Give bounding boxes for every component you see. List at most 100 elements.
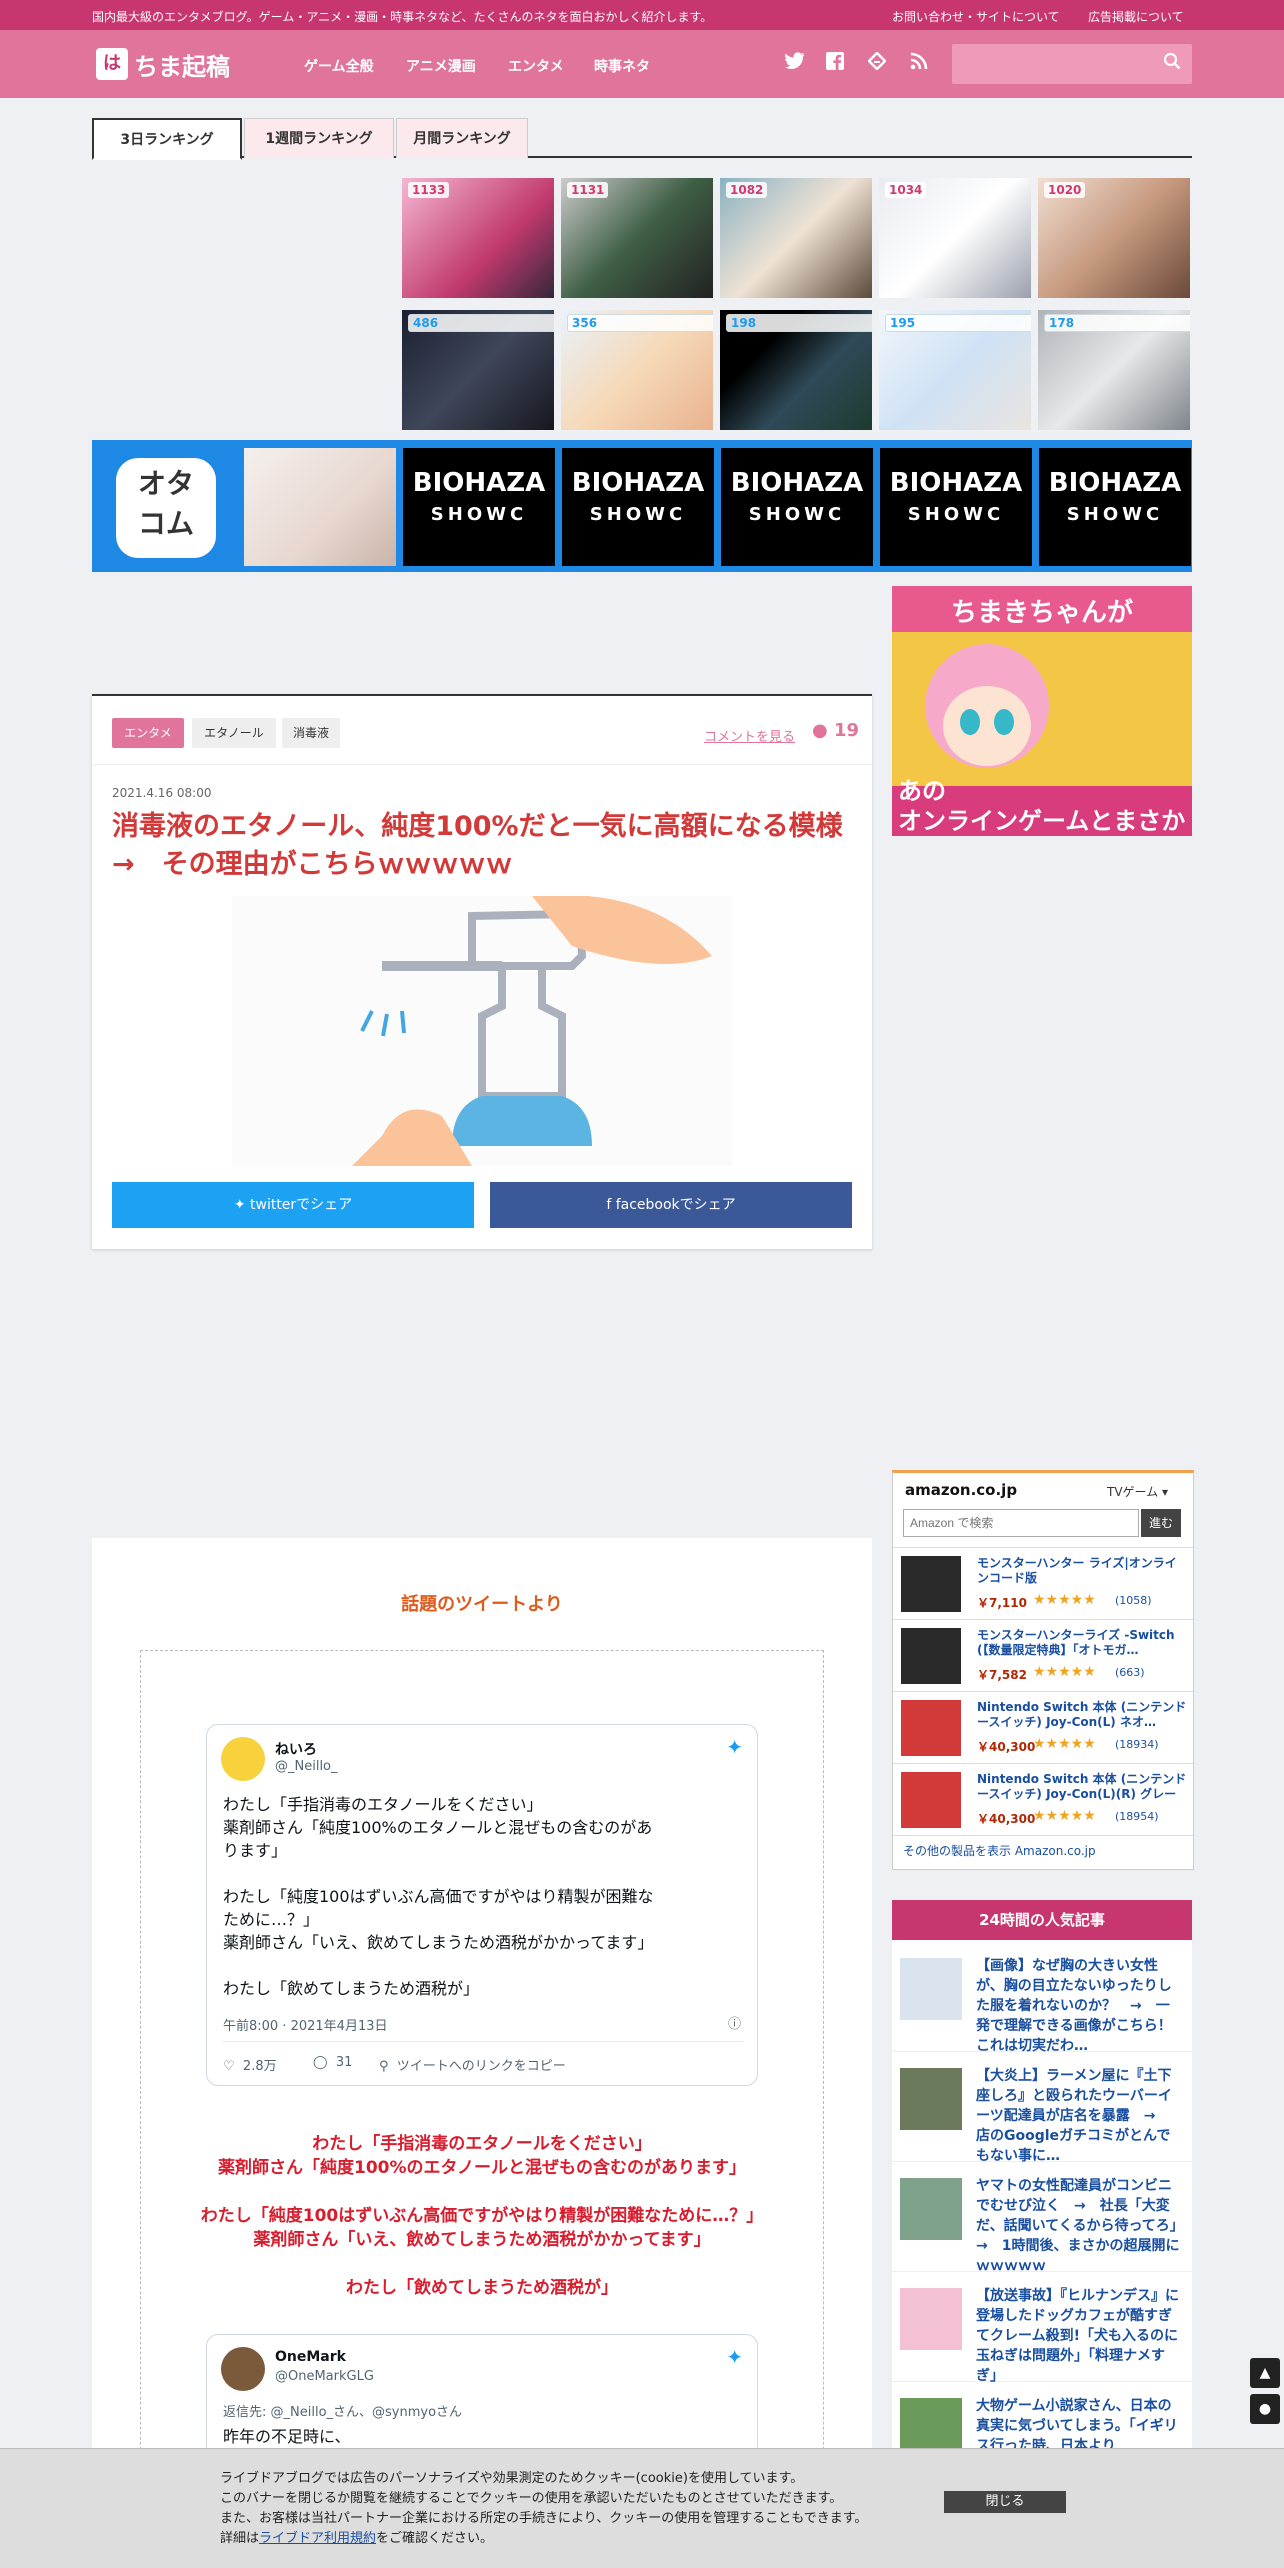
tweet-author-handle[interactable]: @_Neillo_: [275, 1759, 338, 1774]
search-box[interactable]: [952, 44, 1192, 84]
category-select[interactable]: TVゲーム ▾: [1107, 1483, 1168, 1500]
product-name[interactable]: モンスターハンターライズ -Switch (【数量限定特典】「オトモガ…: [977, 1628, 1187, 1658]
ads-link[interactable]: 広告掲載について: [1088, 8, 1184, 25]
product-name[interactable]: Nintendo Switch 本体 (ニンテンドースイッチ) Joy-Con(…: [977, 1700, 1187, 1730]
tweet-section: 話題のツイートより ねいろ @_Neillo_ ✦ わたし「手指消毒のエタノール…: [92, 1538, 872, 2568]
article-thumbnail[interactable]: [900, 2288, 962, 2350]
nav-anime[interactable]: アニメ漫画: [406, 56, 476, 76]
feedly-icon[interactable]: [864, 51, 890, 78]
article-link[interactable]: 大物ゲーム小説家さん、日本の真実に気づいてしまう。「イギリス行った時、日本より: [976, 2396, 1182, 2456]
product-name[interactable]: Nintendo Switch 本体 (ニンテンドースイッチ) Joy-Con(…: [977, 1772, 1187, 1802]
rating-stars: ★★★★★: [1033, 1592, 1096, 1608]
ranking-thumb[interactable]: 1034: [879, 178, 1031, 298]
nav-game[interactable]: ゲーム全般: [304, 56, 374, 76]
review-count[interactable]: (663): [1115, 1666, 1145, 1679]
comment-button[interactable]: ●: [1250, 2394, 1280, 2424]
scroll-top-button[interactable]: ▲: [1250, 2358, 1280, 2388]
ranking-thumb[interactable]: 195: [879, 310, 1031, 430]
copy-link-button[interactable]: ⚲ ツイートへのリンクをコピー: [379, 2055, 566, 2074]
amazon-item[interactable]: Nintendo Switch 本体 (ニンテンドースイッチ) Joy-Con(…: [893, 1691, 1193, 1763]
side-ad-banner[interactable]: ちまきちゃんが あの オンラインゲームとまさか: [892, 586, 1192, 836]
share-facebook-button[interactable]: f facebookでシェア: [490, 1182, 852, 1228]
article-thumbnail[interactable]: [900, 1958, 962, 2020]
twitter-icon[interactable]: [782, 52, 808, 78]
tag-chip[interactable]: 消毒液: [282, 718, 340, 748]
reply-to[interactable]: 返信先: @_Neillo_さん、@synmyoさん: [223, 2401, 462, 2420]
cookie-close-button[interactable]: 閉じる: [944, 2491, 1066, 2513]
tweet-line: わたし「手指消毒のエタノールをください」: [223, 1795, 543, 1814]
comment-count[interactable]: ● 19: [812, 720, 859, 741]
tag-chip-category[interactable]: エンタメ: [112, 718, 184, 748]
amazon-item[interactable]: Nintendo Switch 本体 (ニンテンドースイッチ) Joy-Con(…: [893, 1763, 1193, 1835]
review-count[interactable]: (18934): [1115, 1738, 1159, 1751]
popular-item[interactable]: 【放送事故】『ヒルナンデス』に登場したドッグカフェが酷すぎてクレーム殺到!「犬も…: [892, 2278, 1192, 2384]
twitter-bird-icon[interactable]: ✦: [726, 2345, 743, 2369]
tag-chip[interactable]: エタノール: [192, 718, 276, 748]
nav-entame[interactable]: エンタメ: [508, 56, 564, 76]
ranking-thumb[interactable]: 356: [561, 310, 713, 430]
banner-thumb[interactable]: BIOHAZA SHOWC: [1039, 448, 1191, 566]
amazon-go-button[interactable]: 進む: [1141, 1509, 1181, 1537]
like-button[interactable]: ♡ 2.8万: [223, 2055, 277, 2074]
article-link[interactable]: 【画像】なぜ胸の大きい女性が、胸の目立たないゆったりした服を着れないのか？ → …: [976, 1956, 1182, 2056]
avatar[interactable]: [221, 2347, 265, 2391]
tweet-timestamp[interactable]: 午前8:00 · 2021年4月13日: [223, 2015, 388, 2034]
banner-thumb-sub: SHOWC: [430, 504, 528, 525]
popular-item[interactable]: ヤマトの女性配達員がコンビニでむせび泣く → 社長「大変だ、話聞いてくるから待っ…: [892, 2168, 1192, 2274]
embedded-tweet[interactable]: ねいろ @_Neillo_ ✦ わたし「手指消毒のエタノールをください」 薬剤師…: [206, 1724, 758, 2086]
info-icon[interactable]: ⓘ: [728, 2013, 741, 2032]
amazon-logo[interactable]: amazon.co.jp: [905, 1481, 1017, 1499]
ranking-thumb[interactable]: 486: [402, 310, 554, 430]
facebook-icon: f: [606, 1197, 616, 1213]
review-count[interactable]: (18954): [1115, 1810, 1159, 1823]
popular-item[interactable]: 【大炎上】ラーメン屋に『土下座しろ』と殴られたウーバーイーツ配達員が店名を暴露 …: [892, 2058, 1192, 2164]
rss-icon[interactable]: [906, 52, 932, 78]
tab-month[interactable]: 月間ランキング: [396, 118, 528, 158]
site-logo[interactable]: は ちま起稿: [96, 46, 230, 82]
tweet-author-handle[interactable]: @OneMarkGLG: [275, 2369, 374, 2384]
contact-link[interactable]: お問い合わせ・サイトについて: [892, 8, 1060, 25]
popular-item[interactable]: 【画像】なぜ胸の大きい女性が、胸の目立たないゆったりした服を着れないのか？ → …: [892, 1948, 1192, 2054]
review-count[interactable]: (1058): [1115, 1594, 1152, 1607]
article-link[interactable]: 【放送事故】『ヒルナンデス』に登場したドッグカフェが酷すぎてクレーム殺到!「犬も…: [976, 2286, 1182, 2386]
banner-thumb[interactable]: BIOHAZA SHOWC: [403, 448, 555, 566]
banner-thumb[interactable]: BIOHAZA SHOWC: [880, 448, 1032, 566]
comment-link[interactable]: コメントを見る: [704, 726, 795, 745]
amazon-more-link[interactable]: その他の製品を表示 Amazon.co.jp: [893, 1835, 1193, 1865]
article-link[interactable]: 【大炎上】ラーメン屋に『土下座しろ』と殴られたウーバーイーツ配達員が店名を暴露 …: [976, 2066, 1182, 2166]
tweet-author-name[interactable]: ねいろ: [275, 1739, 317, 1759]
share-twitter-button[interactable]: ✦ twitterでシェア: [112, 1182, 474, 1228]
avatar[interactable]: [221, 1737, 265, 1781]
otacom-banner[interactable]: オタコム BIOHAZA SHOWC BIOHAZA SHOWC BIOHAZA SH…: [92, 440, 1192, 572]
ranking-thumb[interactable]: 1020: [1038, 178, 1190, 298]
article-thumbnail[interactable]: [900, 2178, 962, 2240]
ranking-tabs: 3日ランキング 1週間ランキング 月間ランキング: [92, 118, 1192, 160]
amazon-search-input[interactable]: [903, 1509, 1139, 1537]
amazon-item[interactable]: モンスターハンターライズ -Switch (【数量限定特典】「オトモガ… ￥7,5…: [893, 1619, 1193, 1691]
ranking-thumb[interactable]: 1131: [561, 178, 713, 298]
twitter-bird-icon[interactable]: ✦: [726, 1735, 743, 1759]
search-icon[interactable]: [1160, 52, 1184, 76]
quote-line: 薬剤師さん「純度100%のエタノールと混ぜもの含むのがあります」: [217, 2158, 746, 2178]
tab-week[interactable]: 1週間ランキング: [244, 118, 394, 158]
rating-stars: ★★★★★: [1033, 1664, 1096, 1680]
amazon-item[interactable]: モンスターハンター ライズ|オンラインコード版 ￥7,110 ★★★★★ (1058): [893, 1547, 1193, 1619]
banner-thumb[interactable]: BIOHAZA SHOWC: [721, 448, 873, 566]
terms-link[interactable]: ライブドア利用規約: [259, 2531, 376, 2546]
ranking-thumb[interactable]: 198: [720, 310, 872, 430]
ranking-thumb[interactable]: 1133: [402, 178, 554, 298]
tweet-author-name[interactable]: OneMark: [275, 2349, 346, 2365]
ranking-thumb[interactable]: 178: [1038, 310, 1190, 430]
article-thumbnail[interactable]: [900, 2068, 962, 2130]
reply-button[interactable]: ◯ 31: [313, 2055, 352, 2070]
nav-news[interactable]: 時事ネタ: [594, 56, 650, 76]
banner-thumb-title: BIOHAZA: [889, 468, 1023, 498]
banner-thumb[interactable]: [244, 448, 396, 566]
banner-thumb[interactable]: BIOHAZA SHOWC: [562, 448, 714, 566]
ranking-thumb[interactable]: 1082: [720, 178, 872, 298]
tab-3day[interactable]: 3日ランキング: [92, 118, 242, 160]
product-name[interactable]: モンスターハンター ライズ|オンラインコード版: [977, 1556, 1187, 1586]
article-link[interactable]: ヤマトの女性配達員がコンビニでむせび泣く → 社長「大変だ、話聞いてくるから待っ…: [976, 2176, 1191, 2276]
facebook-icon[interactable]: [822, 52, 848, 78]
